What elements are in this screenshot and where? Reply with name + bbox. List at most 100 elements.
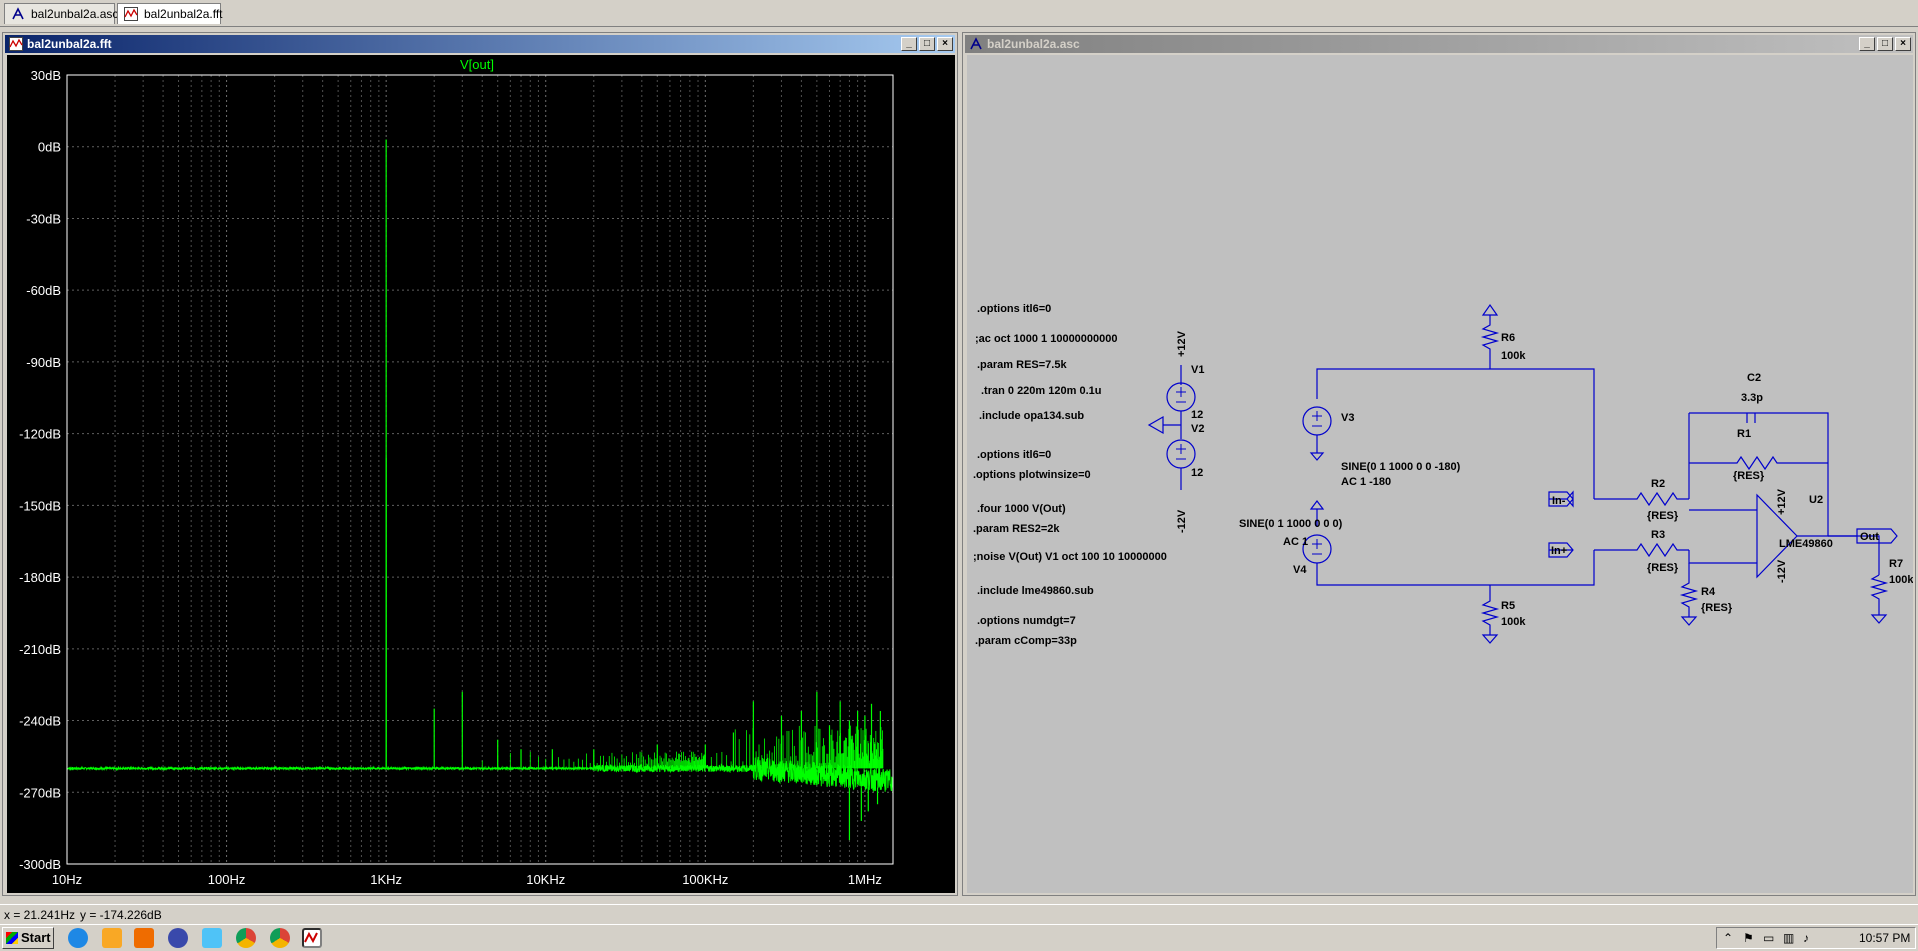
ltspice-icon[interactable] [302,928,322,948]
r1-value: {RES} [1733,470,1765,482]
v2-value: 12 [1191,467,1203,479]
fft-window-title: bal2unbal2a.fft [27,37,112,51]
close-button[interactable]: × [1895,37,1911,51]
r7-value: 100k [1889,574,1913,586]
pos-supply-label: +12V [1176,330,1188,357]
fft-window: bal2unbal2a.fft _ □ × V[out] 30dB 0dB -30d… [2,32,958,896]
y-tick-label: -30dB [26,211,61,226]
fft-window-titlebar[interactable]: bal2unbal2a.fft _ □ × [5,35,955,53]
cursor-y-readout: y = -174.226dB [80,908,162,922]
r7-name: R7 [1889,558,1903,570]
plot-grid [66,74,893,865]
x-tick-label: 10Hz [52,872,82,887]
r5-value: 100k [1501,616,1526,628]
start-button[interactable]: Start [2,927,54,949]
c2-name: C2 [1747,372,1761,384]
system-tray: ⌃ ⚑ ▭ ▥ ♪ 10:57 PM [1716,927,1916,949]
y-tick-label: -240dB [19,714,61,729]
network-icon[interactable]: ▥ [1783,928,1794,948]
u2-neg-supply: -12V [1776,559,1788,583]
folder-icon[interactable] [102,928,122,948]
y-tick-label: -270dB [19,785,61,800]
cursor-x-readout: x = 21.241Hz [4,908,76,922]
v3-name: V3 [1341,412,1354,424]
plot-title[interactable]: V[out] [460,57,494,72]
v1-name: V1 [1191,364,1204,376]
u2-value: LME49860 [1779,538,1833,550]
schematic-icon [970,37,982,50]
clock[interactable]: 10:57 PM [1859,928,1910,948]
tab-schematic-label: bal2unbal2a.asc [31,7,119,21]
r4-value: {RES} [1701,602,1733,614]
schematic-window-titlebar[interactable]: bal2unbal2a.asc _ □ × [965,35,1913,53]
x-tick-label: 10KHz [526,872,565,887]
x-tick-label: 1KHz [370,872,402,887]
r5-name: R5 [1501,600,1515,612]
v3-value: SINE(0 1 1000 0 0 -180) [1341,461,1461,473]
globe-icon[interactable] [168,928,188,948]
waveform-icon [304,931,318,944]
r1-name: R1 [1737,428,1751,440]
mail-icon[interactable] [202,928,222,948]
chrome-icon[interactable] [236,928,256,948]
x-tick-label: 1MHz [848,872,882,887]
y-tick-label: -150dB [19,498,61,513]
ie-icon[interactable] [68,928,88,948]
y-tick-label: -60dB [26,283,61,298]
maximize-button[interactable]: □ [1877,37,1893,51]
y-tick-label: 0dB [38,140,61,155]
v4-name: V4 [1293,564,1307,576]
flag-icon[interactable]: ⚑ [1743,928,1754,948]
schematic-window: bal2unbal2a.asc _ □ × .options itl6=0 ;a… [962,32,1916,896]
close-button[interactable]: × [937,37,953,51]
r2-value: {RES} [1647,510,1679,522]
media-player-icon[interactable] [134,928,154,948]
monitor-icon[interactable]: ▭ [1763,928,1774,948]
r3-name: R3 [1651,529,1665,541]
tab-fft-label: bal2unbal2a.fft [144,7,223,21]
u2-pos-supply: +12V [1776,488,1788,515]
plot-area[interactable]: V[out] 30dB 0dB -30dB -60dB -90dB -120dB -150d… [7,55,955,893]
minimize-button[interactable]: _ [901,37,917,51]
maximize-button[interactable]: □ [919,37,935,51]
net-label-in-plus: In+ [1551,545,1567,557]
waveform-icon [124,7,138,21]
tab-schematic[interactable]: bal2unbal2a.asc [4,3,119,24]
chevron-up-icon[interactable]: ⌃ [1723,928,1733,948]
schematic-canvas[interactable]: .options itl6=0 ;ac oct 1000 1 100000000… [967,55,1913,893]
v4-value: SINE(0 1 1000 0 0 0) [1239,518,1343,530]
r2-name: R2 [1651,478,1665,490]
y-tick-label: -210dB [19,642,61,657]
r3-value: {RES} [1647,562,1679,574]
circuit-drawing: V1 12 V2 12 +12V -12V V3 SINE(0 1 1000 0… [1147,303,1913,644]
v3-ac: AC 1 -180 [1341,476,1391,488]
document-tab-bar: bal2unbal2a.asc bal2unbal2a.fft [0,0,1918,27]
v2-name: V2 [1191,423,1204,435]
neg-supply-label: -12V [1176,509,1188,533]
waveform-icon [9,37,23,51]
y-tick-label: -180dB [19,570,61,585]
v1-value: 12 [1191,409,1203,421]
schematic-icon [12,7,24,20]
schematic-window-title: bal2unbal2a.asc [987,37,1080,51]
net-label-out: Out [1860,531,1879,543]
start-label: Start [21,930,51,945]
y-tick-label: -120dB [19,427,61,442]
u2-name: U2 [1809,494,1823,506]
r6-value: 100k [1501,350,1526,362]
volume-icon[interactable]: ♪ [1803,928,1809,948]
series-line [66,756,894,793]
net-label-in-minus: In- [1552,495,1566,507]
windows-logo-icon [6,932,18,944]
fft-plot[interactable]: V[out] 30dB 0dB -30dB -60dB -90dB -120dB -150d… [7,55,955,893]
minimize-button[interactable]: _ [1859,37,1875,51]
status-bar: x = 21.241Hz y = -174.226dB [0,904,1918,925]
tab-fft[interactable]: bal2unbal2a.fft [117,3,223,24]
x-tick-label: 100KHz [682,872,728,887]
y-tick-labels: 30dB 0dB -30dB -60dB -90dB -120dB -150dB -180dB… [19,68,61,872]
taskbar: Start ⌃ ⚑ ▭ ▥ ♪ 10:57 PM [0,924,1918,951]
v4-ac: AC 1 [1283,536,1308,548]
chrome-icon[interactable] [270,928,290,948]
x-tick-label: 100Hz [208,872,246,887]
y-tick-label: 30dB [31,68,61,83]
